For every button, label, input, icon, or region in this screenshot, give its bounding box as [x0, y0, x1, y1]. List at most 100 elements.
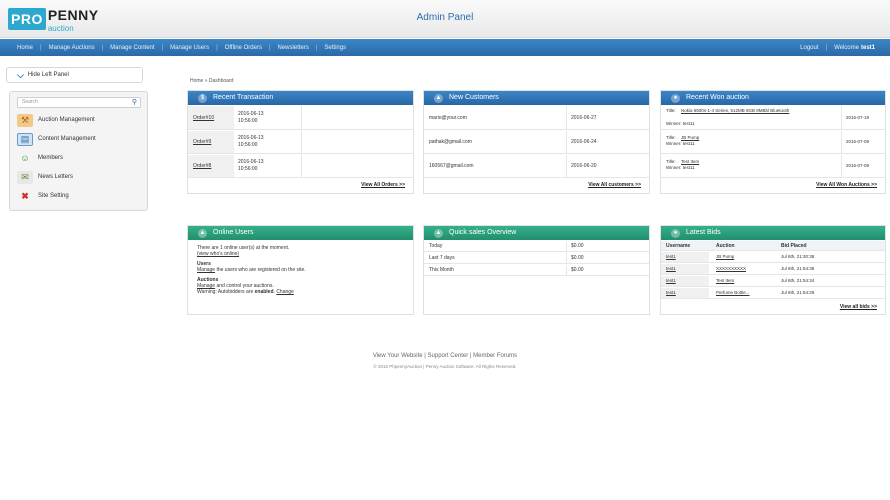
won-title-link[interactable]: JB Pump [681, 135, 699, 140]
view-all-orders-link[interactable]: View All Orders >> [361, 182, 405, 188]
won-title-label: Title: [666, 135, 676, 140]
table-row: test1 XXXXXXXXXX Jul 6th, 21:54:38 [661, 264, 885, 275]
panel-title: New Customers [449, 94, 499, 101]
sidebar-item-members[interactable]: ☺ Members [17, 150, 63, 166]
users-line: Manage the users who are registered on t… [197, 267, 407, 273]
hide-left-panel-button[interactable]: ⌵ Hide Left Panel [6, 67, 143, 83]
bid-username[interactable]: test1 [666, 254, 676, 259]
sidebar-item-content-management[interactable]: ▤ Content Management [17, 131, 96, 147]
warning-prefix: Warning: Autobidders are [197, 289, 255, 295]
customer-date: 2016-06-27 [571, 115, 597, 121]
sales-value: $0.00 [571, 243, 584, 249]
footer-link-website[interactable]: View Your Website [373, 353, 423, 359]
order-date: 2016-06-13 [238, 159, 264, 165]
panel-header: $ Recent Transaction [188, 91, 413, 105]
latest-bids-panel: ● Latest Bids Username Auction Bid Place… [660, 225, 886, 315]
won-title-link[interactable]: Test Item [681, 159, 699, 164]
view-all-bids-link[interactable]: View all bids >> [840, 304, 877, 310]
recent-transaction-panel: $ Recent Transaction Order#10 2016-06-13… [187, 90, 414, 194]
nav-home[interactable]: Home [10, 45, 40, 51]
settings-tools-icon: ✖ [21, 190, 29, 201]
welcome-username[interactable]: test1 [861, 45, 875, 51]
bid-auction[interactable]: JB Pump [716, 254, 734, 259]
sales-period: Last 7 days [429, 255, 455, 261]
sidebar-item-label: Members [38, 155, 64, 161]
bid-auction[interactable]: Test Item [716, 278, 734, 283]
sidebar-search-input[interactable]: Search ⚲ [17, 97, 141, 108]
panel-title: Recent Transaction [213, 94, 274, 101]
sales-period: Today [429, 243, 443, 249]
table-row: Last 7 days $0.00 [424, 253, 649, 264]
nav-manage-content[interactable]: Manage Content [103, 45, 161, 51]
change-autobidder-link[interactable]: Change [276, 289, 294, 295]
won-title-label: Title: [666, 108, 676, 113]
table-row: Today $0.00 [424, 241, 649, 252]
won-date: 2016-07-09 [846, 139, 870, 144]
sidebar-item-label: Site Setting [38, 193, 69, 199]
customer-date: 2016-06-24 [571, 139, 597, 145]
order-link[interactable]: Order#8 [193, 163, 211, 169]
transaction-icon: $ [198, 93, 207, 103]
table-row: Order#10 2016-06-13 10:56:00 [188, 106, 413, 130]
order-time: 10:56:00 [238, 142, 258, 148]
won-title-label: Title: [666, 159, 676, 164]
view-all-won-auctions-link[interactable]: View All Won Auctions >> [816, 182, 877, 188]
bid-auction[interactable]: XXXXXXXXXX [716, 266, 746, 271]
welcome-label: Welcome [834, 44, 859, 51]
panel-header: ● Latest Bids [661, 226, 885, 240]
bid-icon: ● [671, 228, 680, 238]
chevron-down-icon: ⌵ [17, 69, 24, 80]
table-row: test1 JB Pump Jul 6th, 21:30:38 [661, 252, 885, 263]
auction-icon: ⚒ [17, 113, 33, 127]
sidebar-item-site-setting[interactable]: ✖ Site Setting [17, 188, 69, 204]
bid-auction[interactable]: Perfume Bottle... [716, 290, 750, 295]
customer-date: 2016-06-20 [571, 163, 597, 169]
bid-placed: Jul 6th, 21:54:38 [781, 266, 815, 271]
nav-newsletters[interactable]: Newsletters [271, 45, 316, 51]
logout-link[interactable]: Logout [793, 45, 825, 51]
logo-auction: auction [47, 24, 74, 33]
sidebar-item-news-letters[interactable]: ✉ News Letters [17, 169, 73, 185]
order-link[interactable]: Order#10 [193, 115, 214, 121]
welcome-text: Welcome test1 [827, 45, 882, 51]
table-row: Title: JB Pump Winner: test11 2016-07-09 [661, 131, 885, 154]
footer-copyright: © 2016 PhpennyAuction | Penny Auction So… [373, 364, 517, 369]
user-icon: ▲ [434, 93, 443, 103]
view-all-customers-link[interactable]: View All customers >> [588, 182, 641, 188]
breadcrumb: Home » Dashboard [190, 78, 234, 84]
cart-icon: ▲ [434, 228, 443, 238]
bid-placed: Jul 6th, 21:30:38 [781, 254, 815, 259]
recent-won-auction-panel: ● Recent Won auction Title: Nokia 6500s-… [660, 90, 886, 194]
table-row: Title: Nokia 6500s-1-4 Series, 512MB 8GB… [661, 106, 885, 130]
user-icon: ▲ [198, 228, 207, 238]
sidebar-item-label: Content Management [38, 136, 96, 142]
column-header: Bid Placed [781, 243, 807, 249]
nav-manage-users[interactable]: Manage Users [163, 45, 216, 51]
search-icon[interactable]: ⚲ [132, 98, 137, 107]
nav-offline-orders[interactable]: Offline Orders [218, 45, 269, 51]
new-customers-panel: ▲ New Customers mario@your.com 2016-06-2… [423, 90, 650, 194]
members-icon: ☺ [20, 153, 30, 163]
view-whos-online-link[interactable]: (view who's online) [197, 251, 239, 257]
won-winner: Winner: test11 [666, 121, 695, 126]
order-link[interactable]: Order#9 [193, 139, 211, 145]
footer-link-forums[interactable]: Member Forums [473, 353, 517, 359]
won-title-link[interactable]: Nokia 6500s-1-4 Series, 512MB 8GB 8MBbl … [681, 108, 826, 113]
table-row: test1 Perfume Bottle... Jul 6th, 21:54:2… [661, 288, 885, 299]
bid-username[interactable]: test1 [666, 278, 676, 283]
manage-users-link[interactable]: Manage [197, 267, 215, 273]
footer-link-support[interactable]: Support Center [428, 353, 469, 359]
bid-username[interactable]: test1 [666, 290, 676, 295]
sales-value: $0.00 [571, 267, 584, 273]
customer-email: mario@your.com [429, 115, 467, 121]
newsletter-icon: ✉ [17, 170, 33, 184]
customer-email: pathak@gmail.com [429, 139, 472, 145]
sidebar-item-auction-management[interactable]: ⚒ Auction Management [17, 112, 95, 128]
search-placeholder: Search [22, 99, 38, 105]
panel-header: ▲ Online Users [188, 226, 413, 240]
bid-username[interactable]: test1 [666, 266, 676, 271]
nav-manage-auctions[interactable]: Manage Auctions [42, 45, 102, 51]
autobidder-state: enabled [254, 289, 274, 295]
won-winner: Winner: test11 [666, 165, 695, 170]
nav-settings[interactable]: Settings [317, 45, 353, 51]
